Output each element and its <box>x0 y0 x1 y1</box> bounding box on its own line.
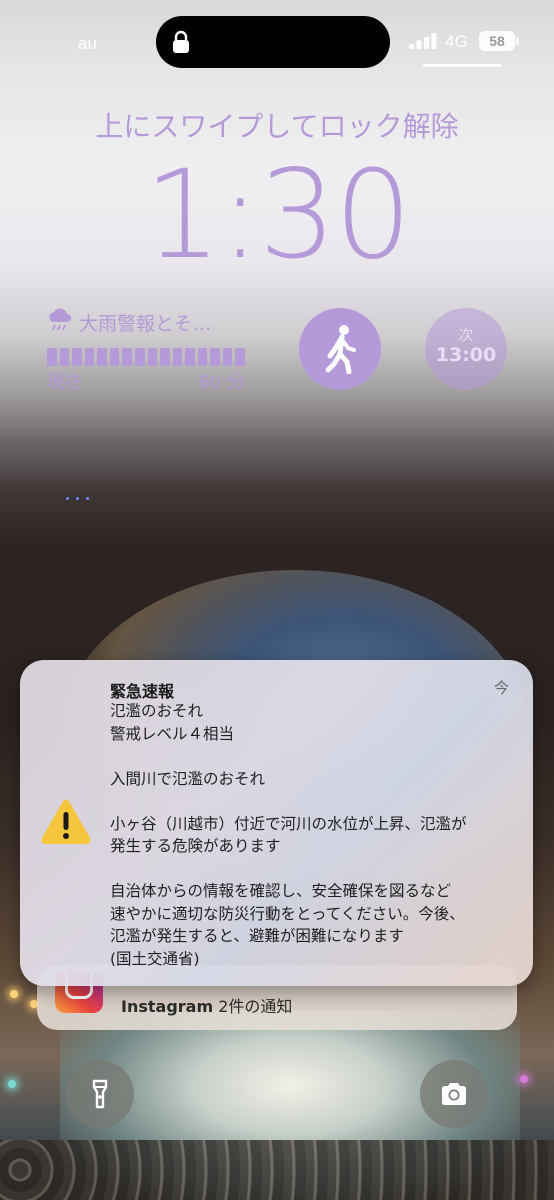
background-light <box>520 1075 528 1083</box>
lock-icon <box>173 30 189 53</box>
signal-icon <box>409 33 437 49</box>
alert-line: 入間川で氾濫のおそれ <box>110 769 266 788</box>
walking-icon <box>325 325 356 374</box>
alert-line: 速やかに適切な防災行動をとってください。今後、 <box>110 904 465 923</box>
fitness-widget[interactable] <box>299 308 381 390</box>
alert-line: 警戒レベル４相当 <box>110 724 235 743</box>
background-light <box>76 497 79 500</box>
warning-icon <box>41 799 91 844</box>
dynamic-island <box>156 16 390 68</box>
carrier-name: au <box>78 34 97 53</box>
instagram-notification-text: Instagram 2件の通知 <box>121 993 292 1017</box>
alert-line <box>110 745 520 768</box>
camera-button[interactable] <box>420 1060 488 1128</box>
background-light <box>8 1080 16 1088</box>
alert-line: 自治体からの情報を確認し、安全確保を図るなど <box>110 882 452 900</box>
alert-line <box>110 858 520 881</box>
precipitation-bars <box>47 348 245 366</box>
background-light <box>86 497 89 500</box>
next-event-time: 13:00 <box>435 344 497 366</box>
battery-tip <box>516 37 519 45</box>
camera-icon <box>442 1083 466 1105</box>
alert-line: 小ヶ谷（川越市）付近で河川の水位が上昇、氾濫が <box>110 814 467 833</box>
lock-clock: 1:30 <box>144 144 412 286</box>
background-railing <box>0 1140 554 1200</box>
flashlight-button[interactable] <box>66 1060 134 1128</box>
alert-line <box>110 790 520 813</box>
status-indicator-line <box>423 64 501 67</box>
notification-app-name: Instagram <box>121 997 214 1016</box>
alert-line: 氾濫のおそれ <box>110 702 204 720</box>
alert-body: 氾濫のおそれ 警戒レベル４相当 入間川で氾濫のおそれ 小ヶ谷（川越市）付近で河川… <box>110 700 520 970</box>
next-event-widget[interactable]: 次 13:00 <box>425 308 507 390</box>
precipitation-end-label: 60 分 <box>198 372 245 393</box>
alert-title: 緊急速報 <box>110 682 175 701</box>
unlock-hint: 上にスワイプしてロック解除 <box>95 110 459 143</box>
weather-widget[interactable]: 大雨警報とそ… 現在 60 分 <box>47 308 245 393</box>
alert-time: 今 <box>493 679 509 697</box>
flashlight-icon <box>92 1079 108 1109</box>
emergency-alert-notification[interactable]: 緊急速報 今 氾濫のおそれ 警戒レベル４相当 入間川で氾濫のおそれ 小ヶ谷（川越… <box>20 660 533 986</box>
next-event-label: 次 <box>458 326 474 344</box>
alert-line: 発生する危険があります <box>110 837 281 855</box>
alert-line: (国土交通省) <box>110 949 200 968</box>
background-light <box>10 990 18 998</box>
alert-line: 氾濫が発生すると、避難が困難になります <box>110 927 404 945</box>
weather-alert-title: 大雨警報とそ… <box>79 313 212 335</box>
network-type: 4G <box>445 32 468 51</box>
background-light <box>66 497 69 500</box>
battery-icon: 58 <box>479 31 515 51</box>
rain-cloud-icon <box>49 308 71 331</box>
precipitation-start-label: 現在 <box>47 372 83 393</box>
notification-summary: 2件の通知 <box>218 997 293 1016</box>
